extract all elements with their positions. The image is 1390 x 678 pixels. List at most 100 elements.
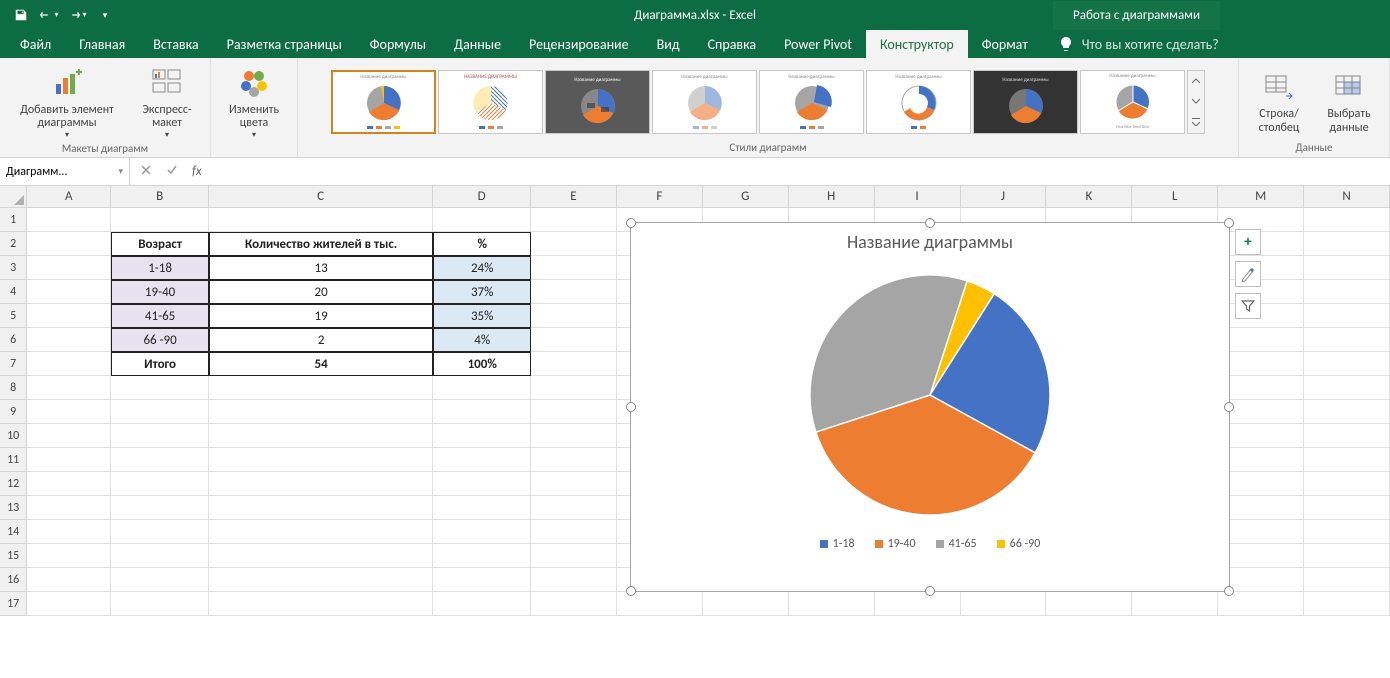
cell[interactable] bbox=[27, 520, 111, 544]
cell[interactable] bbox=[1218, 376, 1304, 400]
cell[interactable] bbox=[27, 280, 111, 304]
row-header[interactable]: 1 bbox=[0, 208, 27, 232]
tab-home[interactable]: Главная bbox=[65, 30, 139, 58]
cell[interactable] bbox=[209, 544, 433, 568]
cell[interactable]: 19-40 bbox=[111, 280, 209, 304]
quick-layout-button[interactable]: Экспресс-макет▾ bbox=[132, 62, 202, 142]
cell[interactable] bbox=[209, 472, 433, 496]
cell[interactable] bbox=[789, 592, 875, 616]
cell[interactable] bbox=[433, 568, 531, 592]
worksheet[interactable]: ABCDEFGHIJKLMN 12ВозрастКоличество жител… bbox=[0, 186, 1390, 616]
resize-handle[interactable] bbox=[1224, 218, 1234, 228]
cancel-formula-icon[interactable] bbox=[140, 164, 152, 180]
cell[interactable] bbox=[1218, 592, 1304, 616]
cell[interactable] bbox=[531, 232, 617, 256]
column-header[interactable]: A bbox=[27, 186, 111, 208]
undo-button[interactable]: ▾ bbox=[36, 2, 62, 28]
row-header[interactable]: 9 bbox=[0, 400, 27, 424]
column-header[interactable]: E bbox=[531, 186, 617, 208]
cell[interactable] bbox=[433, 376, 531, 400]
resize-handle[interactable] bbox=[1224, 586, 1234, 596]
save-button[interactable] bbox=[8, 2, 34, 28]
chart-style-3[interactable]: Название диаграммы bbox=[545, 70, 650, 134]
cell[interactable] bbox=[1218, 256, 1304, 280]
cell[interactable] bbox=[209, 592, 433, 616]
chart-style-4[interactable]: Название диаграммы bbox=[652, 70, 757, 134]
cell[interactable] bbox=[111, 376, 209, 400]
tell-me-search[interactable]: Что вы хотите сделать? bbox=[1058, 30, 1219, 58]
cell[interactable] bbox=[111, 496, 209, 520]
cell[interactable] bbox=[111, 568, 209, 592]
resize-handle[interactable] bbox=[925, 586, 935, 596]
chart-style-2[interactable]: НАЗВАНИЕ ДИАГРАММЫ bbox=[438, 70, 543, 134]
column-header[interactable]: L bbox=[1132, 186, 1218, 208]
cell[interactable]: 24% bbox=[433, 256, 531, 280]
cell[interactable] bbox=[27, 592, 111, 616]
row-header[interactable]: 16 bbox=[0, 568, 27, 592]
select-data-button[interactable]: Выбрать данные bbox=[1317, 66, 1381, 136]
cell[interactable] bbox=[27, 352, 111, 376]
legend-item[interactable]: 41-65 bbox=[936, 537, 977, 551]
cell[interactable] bbox=[1304, 208, 1390, 232]
cell[interactable] bbox=[1304, 520, 1390, 544]
cell[interactable] bbox=[961, 592, 1047, 616]
cell[interactable] bbox=[531, 496, 617, 520]
tab-file[interactable]: Файл bbox=[6, 30, 65, 58]
cell[interactable] bbox=[433, 520, 531, 544]
row-header[interactable]: 3 bbox=[0, 256, 27, 280]
chart-title[interactable]: Название диаграммы bbox=[631, 231, 1229, 253]
cell[interactable] bbox=[433, 400, 531, 424]
switch-row-column-button[interactable]: Строка/столбец bbox=[1247, 66, 1311, 136]
cell[interactable] bbox=[1304, 400, 1390, 424]
column-header[interactable]: B bbox=[111, 186, 209, 208]
cell[interactable]: Итого bbox=[111, 352, 209, 376]
cell[interactable] bbox=[1304, 472, 1390, 496]
cell[interactable] bbox=[531, 472, 617, 496]
row-header[interactable]: 14 bbox=[0, 520, 27, 544]
cell[interactable]: 2 bbox=[209, 328, 433, 352]
cell[interactable]: 66 -90 bbox=[111, 328, 209, 352]
row-header[interactable]: 2 bbox=[0, 232, 27, 256]
cell[interactable] bbox=[703, 592, 789, 616]
cell[interactable] bbox=[209, 424, 433, 448]
cell[interactable] bbox=[1218, 472, 1304, 496]
row-header[interactable]: 10 bbox=[0, 424, 27, 448]
cell[interactable] bbox=[1218, 448, 1304, 472]
cell[interactable] bbox=[27, 376, 111, 400]
row-header[interactable]: 5 bbox=[0, 304, 27, 328]
column-header[interactable]: N bbox=[1304, 186, 1390, 208]
cell[interactable] bbox=[1218, 520, 1304, 544]
cell[interactable]: % bbox=[433, 232, 531, 256]
row-header[interactable]: 4 bbox=[0, 280, 27, 304]
cell[interactable]: 35% bbox=[433, 304, 531, 328]
tab-review[interactable]: Рецензирование bbox=[515, 30, 643, 58]
cell[interactable] bbox=[531, 376, 617, 400]
cell[interactable] bbox=[27, 472, 111, 496]
cell[interactable] bbox=[111, 544, 209, 568]
column-header[interactable]: C bbox=[209, 186, 433, 208]
cell[interactable] bbox=[111, 448, 209, 472]
cell[interactable] bbox=[111, 424, 209, 448]
tab-insert[interactable]: Вставка bbox=[139, 30, 212, 58]
cell[interactable] bbox=[27, 400, 111, 424]
cell[interactable] bbox=[531, 208, 617, 232]
cell[interactable] bbox=[27, 328, 111, 352]
chart-styles-button[interactable] bbox=[1235, 261, 1261, 287]
cell[interactable] bbox=[111, 520, 209, 544]
cell[interactable] bbox=[531, 328, 617, 352]
enter-formula-icon[interactable] bbox=[166, 164, 178, 180]
row-header[interactable]: 6 bbox=[0, 328, 27, 352]
cell[interactable] bbox=[1304, 352, 1390, 376]
cell[interactable]: 100% bbox=[433, 352, 531, 376]
chart-style-1[interactable]: Название диаграммы bbox=[331, 70, 436, 134]
cell[interactable] bbox=[531, 352, 617, 376]
cell[interactable] bbox=[433, 496, 531, 520]
row-header[interactable]: 15 bbox=[0, 544, 27, 568]
cell[interactable]: 20 bbox=[209, 280, 433, 304]
cell[interactable] bbox=[1304, 328, 1390, 352]
cell[interactable] bbox=[111, 400, 209, 424]
tab-help[interactable]: Справка bbox=[694, 30, 771, 58]
cell[interactable] bbox=[27, 496, 111, 520]
pie-chart[interactable] bbox=[800, 265, 1060, 525]
name-box[interactable]: Диаграмм... bbox=[0, 158, 130, 185]
